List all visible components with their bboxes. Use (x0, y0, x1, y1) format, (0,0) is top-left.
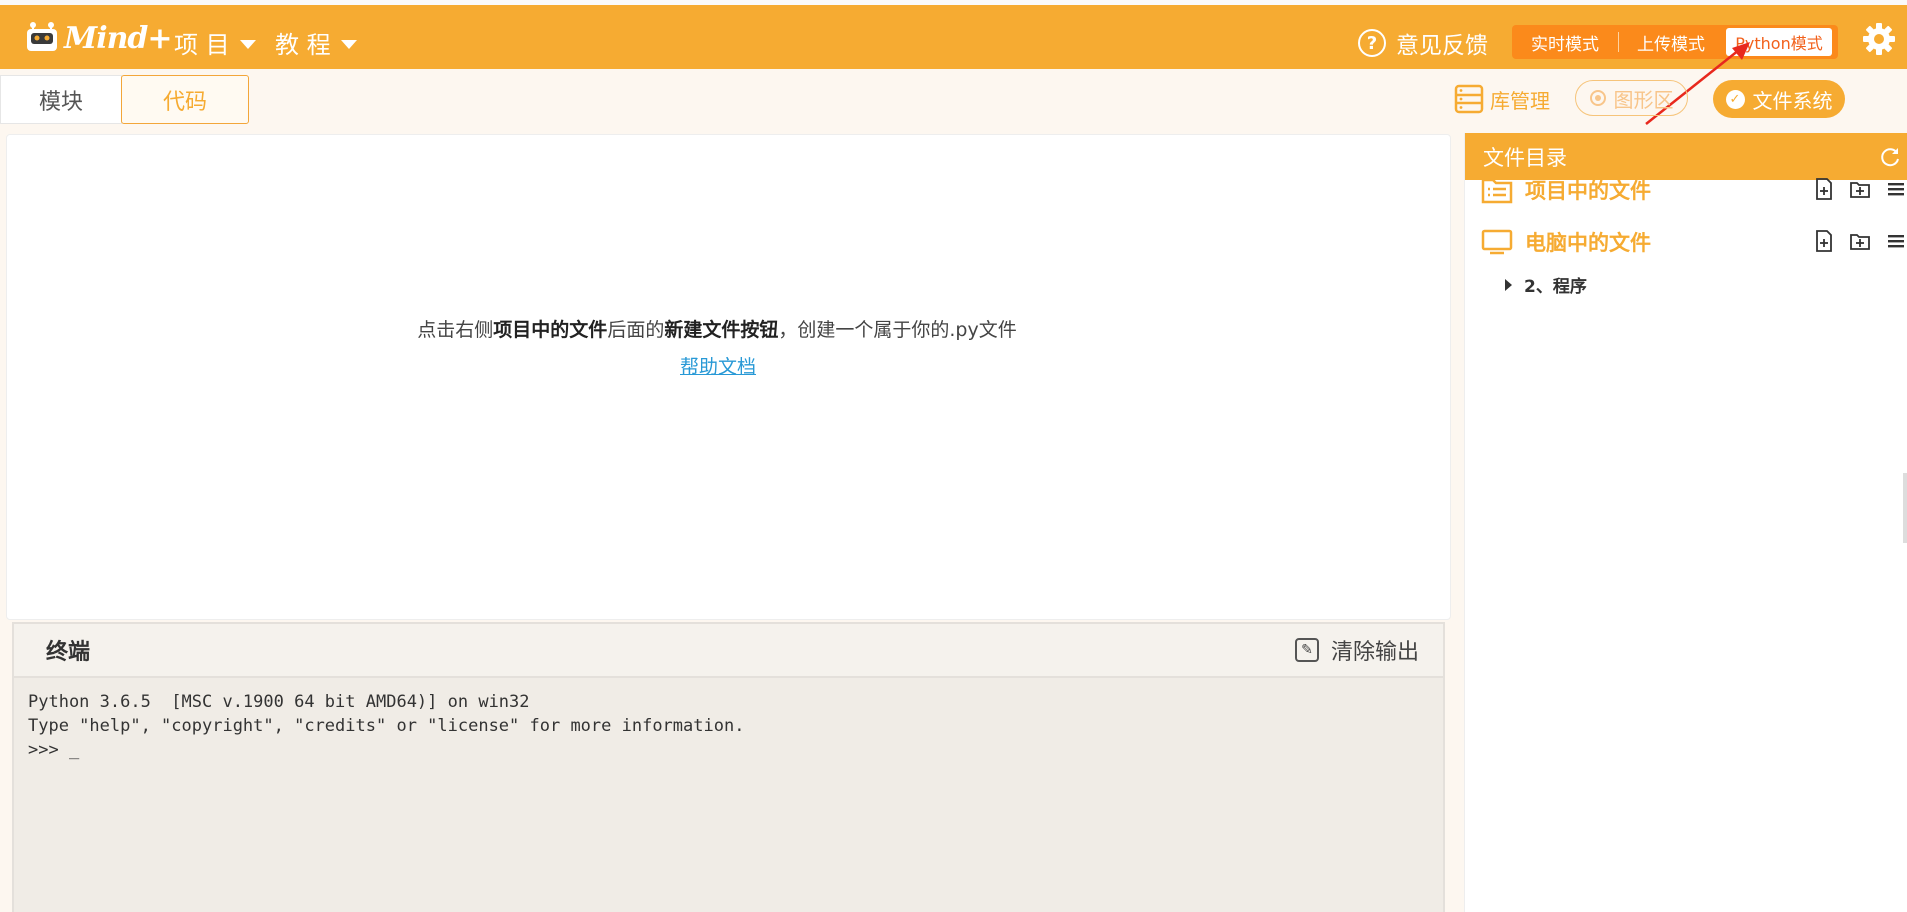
question-icon: ? (1358, 29, 1386, 57)
menu-project-label: 项 目 (174, 31, 230, 59)
tab-code[interactable]: 代码 (121, 75, 249, 124)
app-logo[interactable]: Mind+ (24, 19, 173, 57)
mode-upload-button[interactable]: 上传模式 (1619, 25, 1723, 59)
mode-switcher: 实时模式 上传模式 Python模式 (1512, 25, 1838, 59)
menu-icon[interactable] (1886, 230, 1906, 252)
hint-project-files: 项目中的文件 (493, 319, 608, 341)
chevron-down-icon (340, 40, 357, 49)
tree-item-folder[interactable]: 2、程序 (1505, 272, 1587, 297)
computer-files-section[interactable]: 电脑中的文件 (1481, 225, 1906, 259)
monitor-icon (1481, 229, 1513, 255)
graphics-area-label: 图形区 (1613, 87, 1674, 112)
hint-middle: 后面的 (607, 319, 665, 341)
chevron-down-icon (239, 40, 256, 49)
graphics-area-toggle[interactable]: 图形区 (1575, 80, 1688, 116)
clear-output-button[interactable]: ✎ 清除输出 (1294, 634, 1419, 666)
terminal-title: 终端 (46, 640, 91, 665)
help-docs-link[interactable]: 帮助文档 (680, 352, 756, 379)
hint-new-file-button: 新建文件按钮 (664, 319, 779, 341)
folder-list-icon (1481, 178, 1513, 204)
menu-project[interactable]: 项 目 (174, 25, 256, 60)
project-files-section[interactable]: 项目中的文件 (1481, 173, 1906, 207)
new-folder-icon[interactable] (1850, 230, 1870, 252)
chevron-right-icon (1505, 278, 1512, 291)
eraser-icon: ✎ (1294, 638, 1319, 662)
project-files-label: 项目中的文件 (1525, 179, 1651, 203)
hint-suffix: ，创建一个属于你的.py文件 (778, 319, 1017, 341)
new-file-icon[interactable] (1814, 178, 1834, 200)
menu-tutorial-label: 教 程 (275, 31, 331, 59)
menu-tutorial[interactable]: 教 程 (275, 25, 357, 60)
menu-icon[interactable] (1886, 178, 1906, 200)
terminal-output[interactable]: Python 3.6.5 [MSC v.1900 64 bit AMD64)] … (14, 678, 1443, 774)
scrollbar[interactable] (1903, 473, 1907, 543)
robot-logo-icon (27, 22, 57, 51)
gear-icon[interactable] (1862, 22, 1896, 56)
top-header: Mind+ 项 目 教 程 ? 意见反馈 实时模式 上传模式 Python模式 (0, 5, 1907, 69)
file-system-toggle[interactable]: ✓ 文件系统 (1713, 80, 1845, 118)
terminal-header: 终端 ✎ 清除输出 (14, 624, 1443, 678)
file-system-label: 文件系统 (1752, 88, 1833, 113)
check-circle-icon: ✓ (1725, 89, 1745, 109)
new-folder-icon[interactable] (1850, 178, 1870, 200)
file-directory-panel: 文件目录 项目中的文件 电脑中的文件 2、程序 (1464, 133, 1907, 912)
clear-output-label: 清除输出 (1330, 640, 1419, 665)
terminal-panel: 终端 ✎ 清除输出 Python 3.6.5 [MSC v.1900 64 bi… (12, 622, 1445, 912)
feedback-button[interactable]: ? 意见反馈 (1358, 26, 1488, 60)
project-files-actions (1814, 178, 1906, 200)
code-editor-area[interactable]: 点击右侧项目中的文件后面的新建文件按钮，创建一个属于你的.py文件 帮助文档 (6, 134, 1451, 620)
mode-realtime-button[interactable]: 实时模式 (1512, 25, 1618, 59)
feedback-label: 意见反馈 (1396, 33, 1488, 59)
refresh-icon[interactable] (1879, 146, 1901, 168)
server-icon (1454, 84, 1484, 114)
tab-blocks[interactable]: 模块 (0, 75, 122, 124)
radio-icon (1589, 90, 1606, 106)
new-file-icon[interactable] (1814, 230, 1834, 252)
file-directory-title: 文件目录 (1483, 145, 1567, 170)
computer-files-label: 电脑中的文件 (1525, 231, 1651, 255)
hint-prefix: 点击右侧 (417, 319, 494, 341)
empty-editor-hint: 点击右侧项目中的文件后面的新建文件按钮，创建一个属于你的.py文件 (7, 315, 1427, 342)
computer-files-actions (1814, 230, 1906, 252)
mode-python-button[interactable]: Python模式 (1726, 28, 1832, 56)
tree-item-label: 2、程序 (1524, 277, 1587, 297)
logo-text: Mind+ (64, 20, 173, 56)
library-manager-label: 库管理 (1490, 88, 1550, 113)
library-manager-button[interactable]: 库管理 (1454, 80, 1550, 118)
